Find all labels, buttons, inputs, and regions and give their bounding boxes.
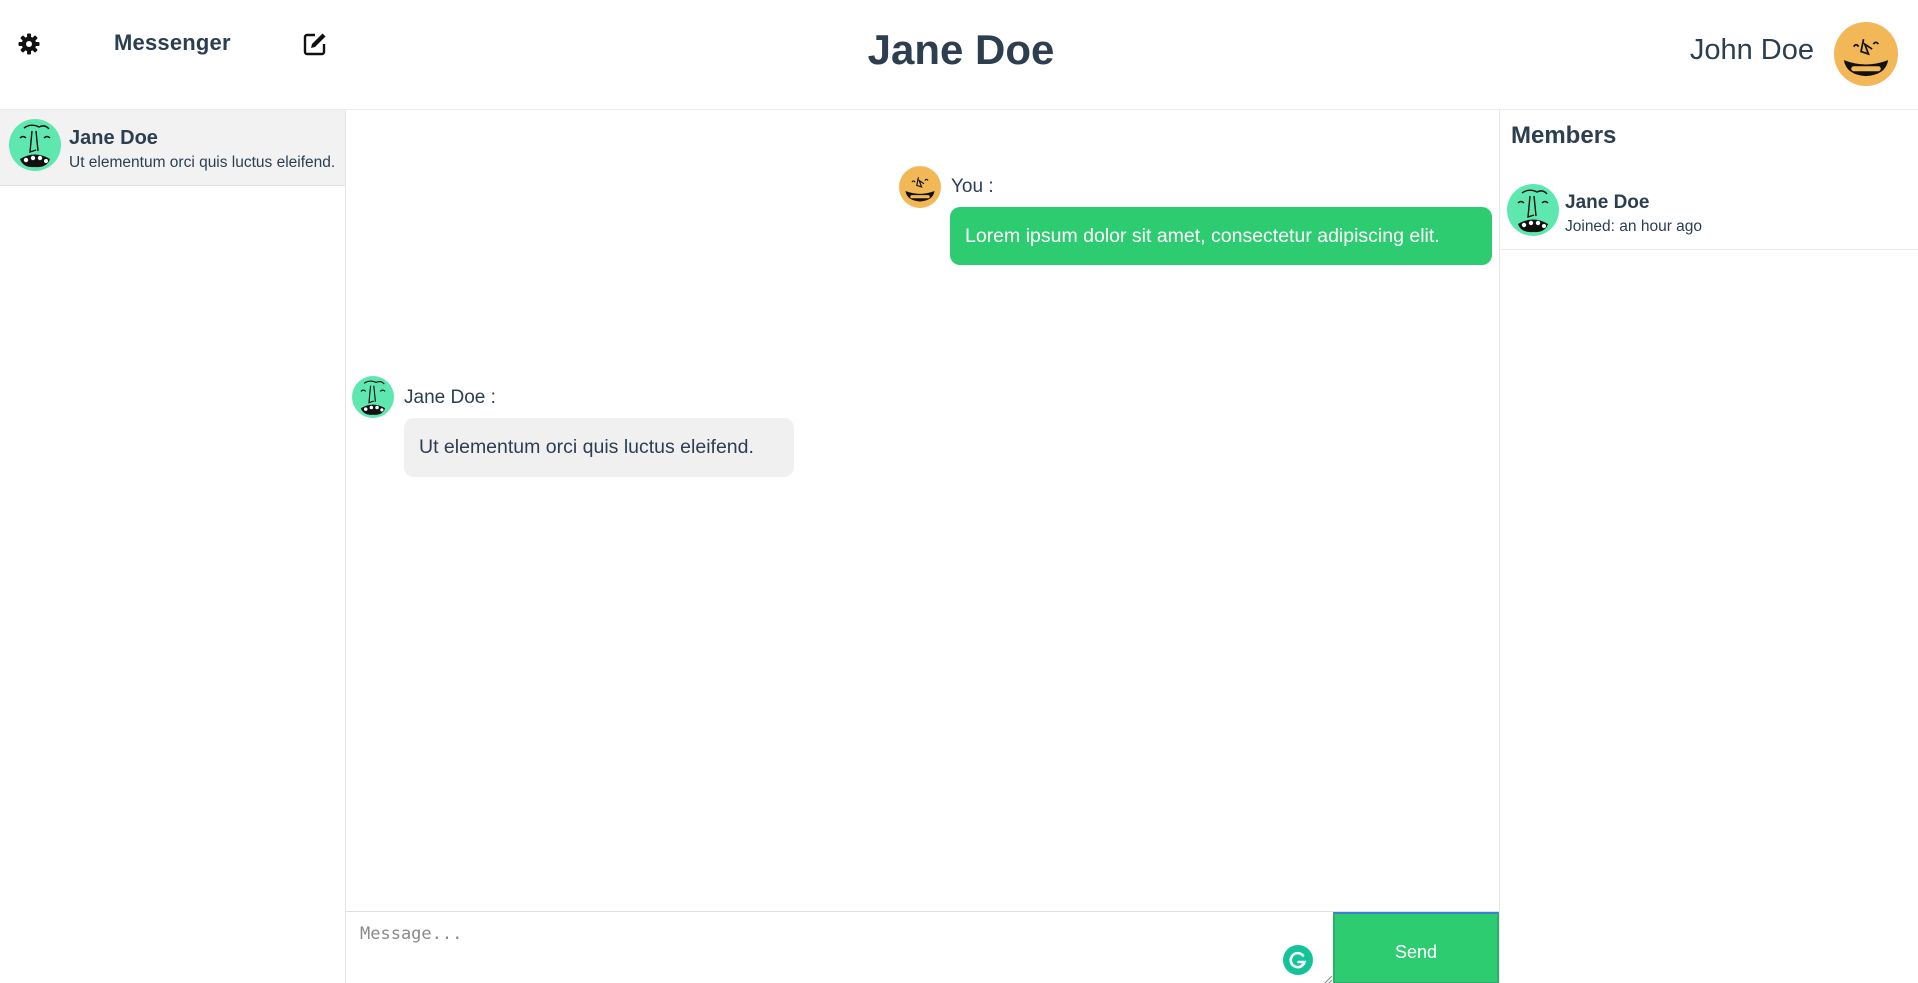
avatar [899,166,941,208]
member-item[interactable]: Jane Doe Joined: an hour ago [1500,172,1918,250]
member-joined-time: Joined: an hour ago [1565,218,1703,235]
message-thread: You : Lorem ipsum dolor sit amet, consec… [346,110,1499,911]
conversation-preview: Ut elementum orci quis luctus eleifend. [69,154,334,171]
chat-title: Jane Doe [867,26,1055,73]
message-sender: You : [951,176,994,197]
message-composer: Send [346,911,1499,983]
resize-handle-icon[interactable] [1321,972,1333,983]
send-button[interactable]: Send [1333,912,1499,983]
conversation-item[interactable]: Jane Doe Ut elementum orci quis luctus e… [0,110,345,186]
conversation-sidebar: Jane Doe Ut elementum orci quis luctus e… [0,110,346,983]
current-user-name: John Doe [1689,34,1814,66]
message-sender: Jane Doe : [404,387,496,408]
incoming-message-bubble: Ut elementum orci quis luctus eleifend. [404,418,794,477]
grammar-assistant-icon[interactable] [1283,945,1313,975]
conversation-name: Jane Doe [69,127,158,149]
avatar [9,119,61,171]
avatar [352,376,394,418]
members-title: Members [1511,122,1617,149]
members-panel: Members Jane Doe Joined: an hour ago [1499,110,1918,983]
member-name: Jane Doe [1565,192,1650,213]
top-bar: Messenger Jane Doe John Doe [0,0,1918,110]
message-input[interactable] [346,912,1333,983]
current-user-avatar[interactable] [1834,22,1898,86]
avatar [1507,184,1559,236]
messenger-app: Messenger Jane Doe John Doe Jane Doe Ut … [0,0,1918,983]
outgoing-message-bubble: Lorem ipsum dolor sit amet, consectetur … [950,207,1492,265]
